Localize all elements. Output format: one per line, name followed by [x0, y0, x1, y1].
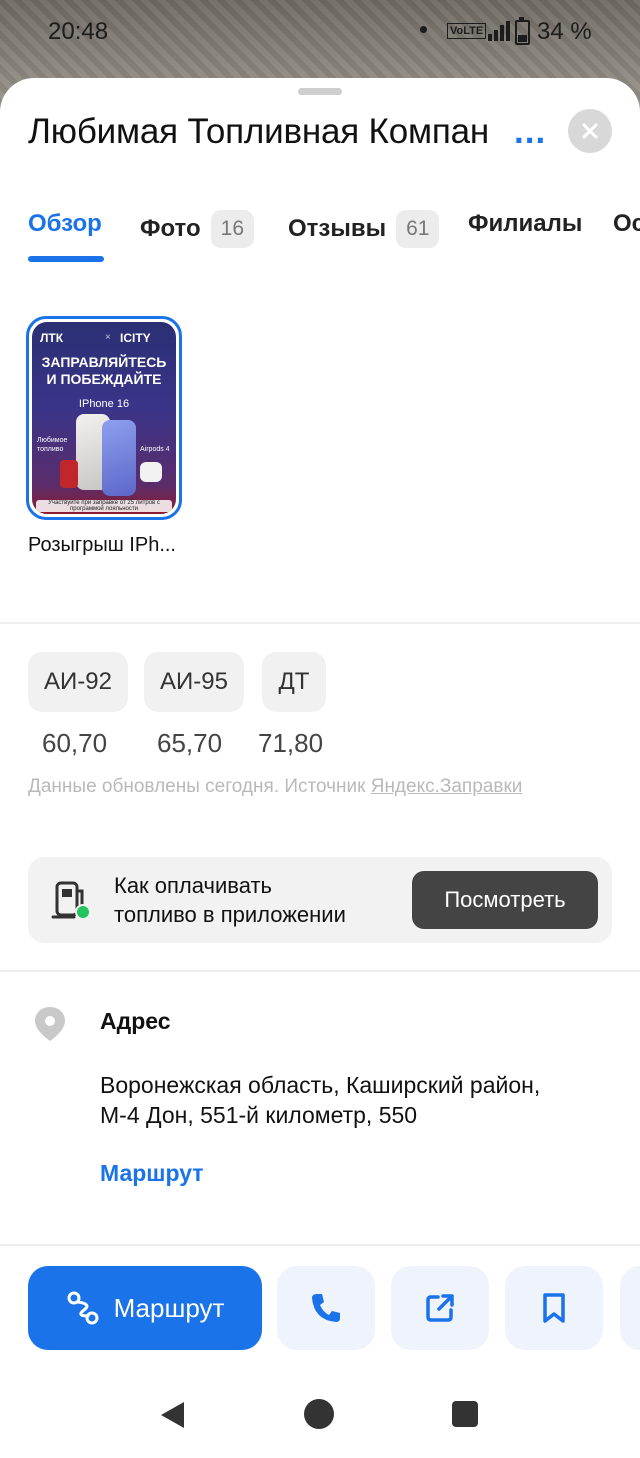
fuel-price: 71,80	[258, 728, 324, 758]
story-image: ЛТК × ICITY Заправляйтесь и побеждайте I…	[32, 322, 176, 514]
story-side-left-line1: Любимое	[37, 437, 68, 444]
tab-label: Ос	[613, 210, 640, 237]
share-button[interactable]	[391, 1266, 489, 1350]
tab-reviews[interactable]: Отзывы 61	[288, 210, 440, 248]
status-time: 20:48	[48, 18, 109, 45]
status-bar: 20:48 VoLTE 34 %	[0, 0, 640, 62]
phone-blue-image	[102, 420, 136, 496]
tab-label: Фото	[140, 215, 201, 242]
tab-bar: Обзор Фото 16 Отзывы 61 Филиалы Ос	[0, 198, 640, 278]
share-icon	[426, 1294, 454, 1322]
phone-icon	[312, 1294, 340, 1322]
tab-photos[interactable]: Фото 16	[140, 210, 255, 248]
back-icon[interactable]	[158, 1400, 188, 1430]
divider	[0, 622, 640, 624]
tab-count-badge: 16	[210, 210, 255, 248]
recents-icon[interactable]	[452, 1401, 478, 1427]
address-line1: Воронежская область, Каширский район,	[100, 1072, 541, 1098]
payment-banner-line2: топливо в приложении	[114, 902, 346, 927]
route-button-label: Маршрут	[113, 1292, 225, 1323]
fuel-price: 60,70	[42, 728, 108, 758]
story-side-left-line2: топливо	[37, 446, 64, 453]
story-brand-right: ICITY	[120, 331, 151, 345]
fuel-pump-icon	[51, 881, 91, 920]
fuel-note-text: Данные обновлены сегодня. Источник	[28, 776, 371, 797]
payment-banner-text: Как оплачивать топливо в приложении	[114, 871, 346, 929]
tab-label: Отзывы	[288, 215, 387, 242]
tab-overview[interactable]: Обзор	[28, 210, 102, 238]
title-more[interactable]: ...	[514, 112, 546, 152]
story-brand-left: ЛТК	[40, 331, 64, 345]
payment-banner: Как оплачивать топливо в приложении Посм…	[28, 857, 612, 943]
close-icon	[582, 123, 598, 139]
fuel-type-badge: ДТ	[262, 652, 326, 712]
tab-label: Филиалы	[468, 210, 583, 237]
story-headline-line2: и побеждайте	[46, 371, 162, 387]
route-link[interactable]: Маршрут	[100, 1160, 204, 1187]
address-text[interactable]: Воронежская область, Каширский район, М-…	[100, 1070, 600, 1130]
fuel-update-note: Данные обновлены сегодня. Источник Яндек…	[28, 776, 522, 798]
fuel-can-image	[60, 460, 78, 488]
location-pin-icon	[35, 1007, 65, 1041]
signal-icon	[488, 21, 510, 41]
route-icon	[67, 1291, 99, 1325]
fuel-type-badge: АИ-95	[144, 652, 244, 712]
address-label: Адрес	[100, 1008, 171, 1034]
airpods-image	[140, 462, 162, 482]
story-phone-label: IPhone 16	[78, 398, 130, 410]
battery-icon	[515, 17, 530, 45]
place-card-sheet: Любимая Топливная Компан ... Обзор Фото …	[0, 78, 640, 1458]
story-headline-line1: Заправляйтесь	[41, 354, 167, 370]
story-side-left: Любимое топливо	[37, 436, 67, 454]
story-headline: Заправляйтесь и побеждайте	[32, 354, 176, 388]
call-button[interactable]	[277, 1266, 375, 1350]
story-side-right: Airpods 4	[140, 446, 170, 453]
view-button[interactable]: Посмотреть	[412, 871, 598, 929]
bookmark-button[interactable]	[505, 1266, 603, 1350]
tab-count-badge: 61	[396, 210, 440, 248]
volte-icon: VoLTE	[447, 23, 487, 39]
battery-percent: 34 %	[537, 18, 592, 45]
fuel-price: 65,70	[157, 728, 223, 758]
home-icon[interactable]	[304, 1399, 334, 1429]
story-brand-separator: ×	[105, 332, 111, 343]
close-button[interactable]	[568, 109, 612, 153]
payment-banner-line1: Как оплачивать	[114, 873, 273, 898]
active-tab-indicator	[28, 256, 104, 262]
more-actions-button[interactable]	[620, 1266, 640, 1350]
story-caption[interactable]: Розыгрыш IPh...	[28, 534, 176, 557]
system-nav-bar	[0, 1370, 640, 1458]
bookmark-icon	[543, 1293, 565, 1323]
notification-dot-icon	[420, 26, 427, 33]
tab-label: Обзор	[28, 210, 102, 237]
address-line2: М-4 Дон, 551-й километр, 550	[100, 1102, 418, 1128]
tab-more[interactable]: Ос	[613, 210, 640, 238]
fuel-source-link[interactable]: Яндекс.Заправки	[371, 776, 523, 797]
drag-handle[interactable]	[298, 88, 342, 95]
tab-branches[interactable]: Филиалы	[468, 210, 582, 238]
place-title: Любимая Топливная Компан	[28, 112, 489, 151]
story-footer: Участвуйте при заправке от 25 литров с п…	[36, 500, 172, 512]
route-button[interactable]: Маршрут	[28, 1266, 262, 1350]
fuel-type-badge: АИ-92	[28, 652, 128, 712]
story-card[interactable]: ЛТК × ICITY Заправляйтесь и побеждайте I…	[26, 316, 182, 520]
divider	[0, 970, 640, 972]
